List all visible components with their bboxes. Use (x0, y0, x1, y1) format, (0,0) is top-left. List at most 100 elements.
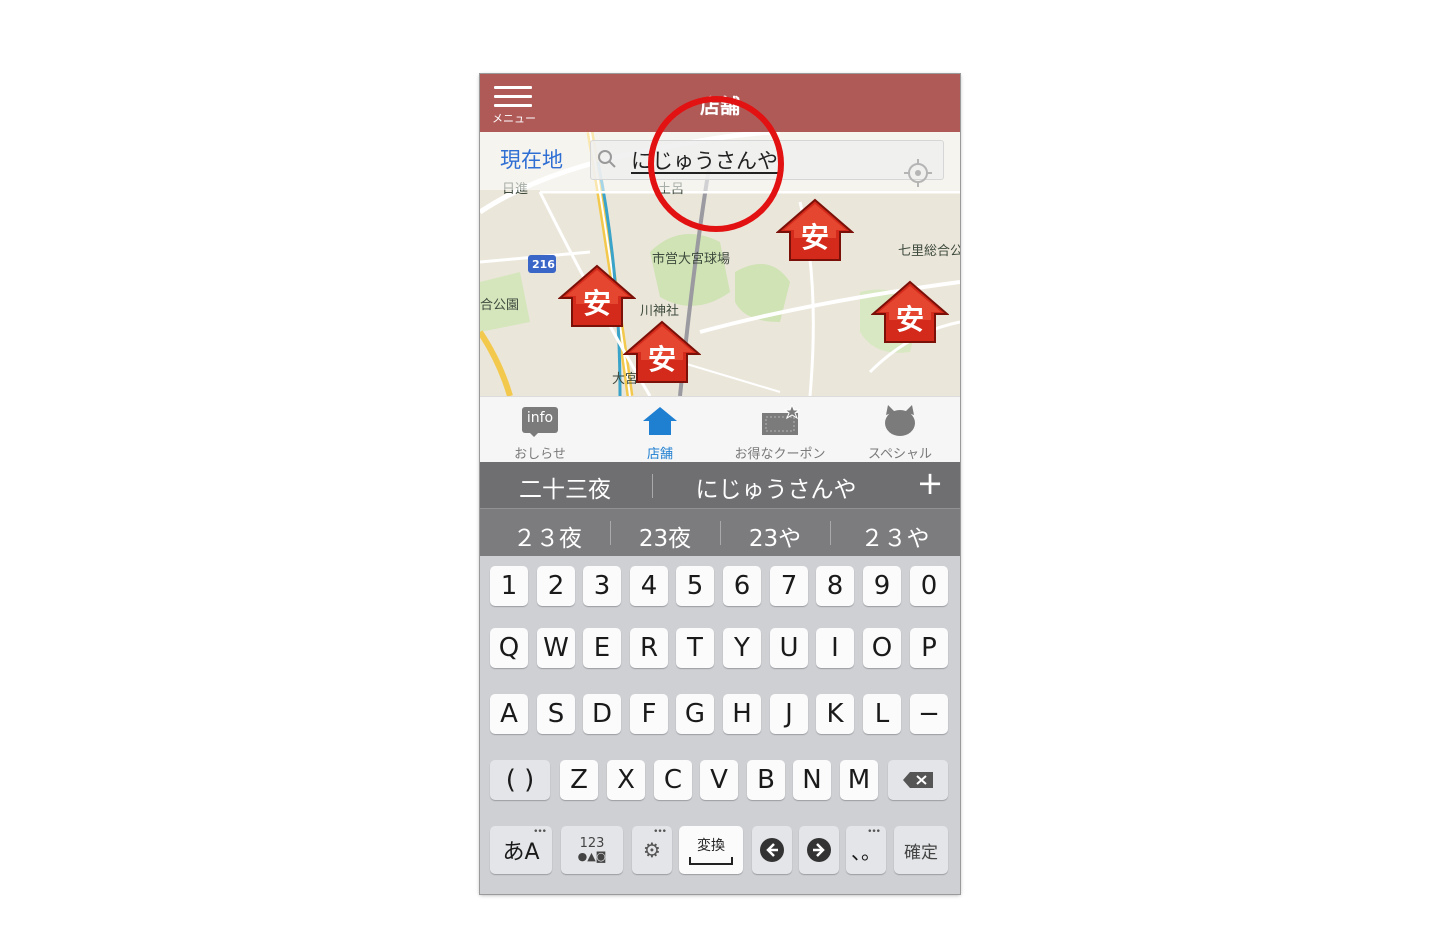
key-u[interactable]: U (770, 628, 808, 668)
arrow-right-icon (807, 838, 831, 862)
key-t[interactable]: T (676, 628, 714, 668)
app-header: メニュー 店舗 (480, 74, 960, 132)
store-pin-label: 安 (647, 343, 676, 376)
key-e[interactable]: E (583, 628, 621, 668)
key-z[interactable]: Z (560, 760, 598, 800)
cursor-right-key[interactable] (799, 826, 839, 874)
tab-store[interactable]: 店舗 (600, 397, 720, 463)
store-pin[interactable]: 安 (775, 198, 855, 264)
key-x[interactable]: X (607, 760, 645, 800)
key-9[interactable]: 9 (863, 566, 901, 606)
convert-space-key[interactable]: 変換 (679, 826, 743, 874)
key-5[interactable]: 5 (676, 566, 714, 606)
key-d[interactable]: D (583, 694, 621, 734)
key-6[interactable]: 6 (723, 566, 761, 606)
key-3[interactable]: 3 (583, 566, 621, 606)
key-c[interactable]: C (654, 760, 692, 800)
page-title: 店舗 (700, 94, 740, 118)
convert-key-label: 変換 (697, 838, 725, 854)
key-l[interactable]: L (863, 694, 901, 734)
candidate-item[interactable]: 23や (720, 519, 830, 553)
search-bar: 現在地 にじゅうさんや (480, 132, 960, 190)
backspace-key[interactable] (888, 760, 948, 800)
backspace-icon (903, 772, 933, 788)
key-j[interactable]: J (770, 694, 808, 734)
search-query-text: にじゅうさんや (631, 149, 778, 173)
key-0[interactable]: 0 (910, 566, 948, 606)
map-label: 合公園 (480, 298, 520, 313)
key-a[interactable]: A (490, 694, 528, 734)
more-dots-icon: ••• (653, 827, 667, 837)
key-4[interactable]: 4 (630, 566, 668, 606)
expand-candidates-button[interactable]: + (910, 464, 950, 502)
key-r[interactable]: R (630, 628, 668, 668)
gear-icon: ⚙ (643, 838, 661, 862)
key-y[interactable]: Y (723, 628, 761, 668)
key-7[interactable]: 7 (770, 566, 808, 606)
tab-info[interactable]: info おしらせ (480, 397, 600, 463)
symbol-key[interactable]: 123 ●▲◙ (561, 826, 623, 874)
tab-label: 店舗 (646, 447, 673, 462)
key-v[interactable]: V (700, 760, 738, 800)
cursor-left-key[interactable] (752, 826, 792, 874)
key-f[interactable]: F (630, 694, 668, 734)
tab-label: お得なクーポン (734, 447, 826, 462)
suggestion-candidates-bar: ２３夜 23夜 23や ２３や (480, 508, 960, 557)
key-n[interactable]: N (793, 760, 831, 800)
punctuation-key[interactable]: ••• 、。 (846, 826, 886, 874)
locate-me-icon[interactable] (900, 156, 936, 190)
menu-button[interactable]: メニュー (488, 84, 540, 130)
settings-key[interactable]: ••• ⚙ (632, 826, 672, 874)
store-map[interactable]: 日進 土呂 市営大宮球場 七里総合公 合公園 川神社 大宮 216 安 安 (480, 132, 960, 396)
special-cat-icon (885, 405, 915, 436)
key-k[interactable]: K (816, 694, 854, 734)
key-q[interactable]: Q (490, 628, 528, 668)
tab-coupon[interactable]: お得なクーポン (720, 397, 840, 463)
search-input[interactable]: にじゅうさんや (590, 140, 944, 180)
candidate-item[interactable]: にじゅうさんや (676, 470, 876, 504)
store-pin-label: 安 (800, 221, 829, 254)
key-m[interactable]: M (840, 760, 878, 800)
key-b[interactable]: B (747, 760, 785, 800)
key-w[interactable]: W (537, 628, 575, 668)
key-8[interactable]: 8 (816, 566, 854, 606)
key-o[interactable]: O (863, 628, 901, 668)
store-pin[interactable]: 安 (622, 320, 702, 386)
key-g[interactable]: G (676, 694, 714, 734)
key-p[interactable]: P (910, 628, 948, 668)
key-hyphen[interactable]: − (910, 694, 948, 734)
map-label: 市営大宮球場 (652, 252, 731, 267)
menu-label: メニュー (492, 112, 536, 125)
coupon-ticket-icon (762, 405, 800, 435)
key-2[interactable]: 2 (537, 566, 575, 606)
candidate-item[interactable]: 二十三夜 (500, 470, 630, 504)
key-s[interactable]: S (537, 694, 575, 734)
input-mode-label: あA (502, 840, 540, 865)
key-i[interactable]: I (816, 628, 854, 668)
store-pin[interactable]: 安 (870, 280, 950, 346)
bottom-tab-bar: info おしらせ 店舗 お得なクーポン スペシャル (480, 396, 960, 463)
candidate-item[interactable]: ２３や (835, 519, 955, 553)
key-1[interactable]: 1 (490, 566, 528, 606)
tab-special[interactable]: スペシャル (840, 397, 960, 463)
store-icon (643, 407, 677, 435)
more-dots-icon: ••• (533, 827, 547, 837)
key-h[interactable]: H (723, 694, 761, 734)
info-bubble-icon: info (520, 405, 560, 437)
confirm-key[interactable]: 確定 (894, 826, 948, 874)
input-mode-key[interactable]: ••• あA (490, 826, 552, 874)
current-location-button[interactable]: 現在地 (500, 144, 563, 174)
software-keyboard: 1 2 3 4 5 6 7 8 9 0 Q W E R T Y U I O P … (480, 556, 960, 894)
phone-screen: メニュー 店舗 日進 土呂 市営大宮球場 (480, 74, 960, 894)
more-dots-icon: ••• (867, 827, 881, 837)
search-icon (598, 150, 616, 168)
map-label: 川神社 (640, 304, 680, 319)
punctuation-key-label: 、。 (851, 839, 881, 864)
candidate-divider (830, 521, 831, 545)
route-shield-label: 216 (532, 258, 555, 271)
space-bar-icon (689, 857, 733, 865)
candidate-item[interactable]: ２３夜 (490, 519, 605, 553)
candidate-item[interactable]: 23夜 (610, 519, 720, 553)
arrow-left-icon (760, 838, 784, 862)
key-parentheses[interactable]: ( ) (490, 760, 550, 800)
